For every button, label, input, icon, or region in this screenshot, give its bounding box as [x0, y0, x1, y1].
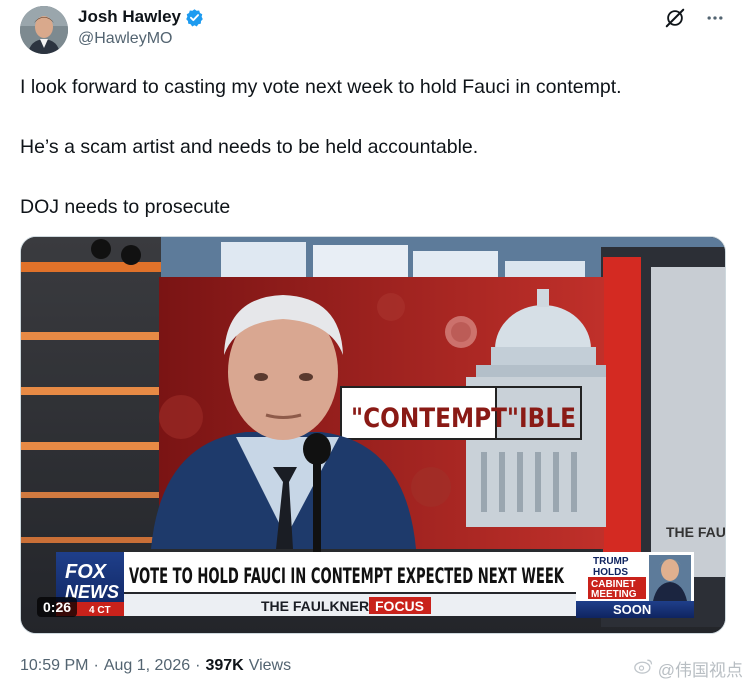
- tweet-date[interactable]: Aug 1, 2026: [104, 657, 190, 675]
- tweet-paragraph: He’s a scam artist and needs to be held …: [20, 136, 479, 158]
- grok-icon[interactable]: [663, 6, 687, 30]
- video-duration: 0:26: [37, 597, 78, 617]
- tweet-time[interactable]: 10:59 PM: [20, 657, 88, 675]
- display-name[interactable]: Josh Hawley: [78, 7, 181, 27]
- promo-line-4: MEETING: [591, 589, 637, 600]
- show-name-suffix: FOCUS: [375, 598, 424, 614]
- network-logo-fox: FOX: [65, 561, 108, 583]
- tweet-meta: 10:59 PM · Aug 1, 2026 · 397K Views: [20, 657, 291, 675]
- meta-separator: ·: [195, 657, 201, 674]
- author-handle[interactable]: @HawleyMO: [78, 30, 204, 48]
- show-name-prefix: THE FAULKNER: [261, 598, 369, 614]
- more-icon[interactable]: [703, 6, 727, 30]
- promo-soon: SOON: [613, 602, 651, 617]
- header-actions: [663, 6, 727, 30]
- watermark-text: @伟国视点: [657, 661, 743, 680]
- verified-badge-icon: [185, 8, 204, 27]
- avatar[interactable]: [20, 6, 68, 54]
- promo-line-1: TRUMP: [593, 556, 629, 567]
- weibo-icon: [633, 657, 654, 680]
- video-player[interactable]: THE FAULK US "CONTEMPT"IBLE: [20, 236, 726, 634]
- views-label: Views: [248, 657, 292, 674]
- contemptible-graphic-text: "CONTEMPT"IBLE: [351, 403, 576, 434]
- promo-line-2: HOLDS: [593, 567, 628, 578]
- tweet-paragraph: I look forward to casting my vote next w…: [20, 76, 622, 98]
- views-count: 397K: [205, 657, 244, 674]
- author-block: Josh Hawley @HawleyMO: [78, 7, 204, 48]
- meta-separator: ·: [93, 657, 99, 674]
- watermark: @伟国视点: [633, 656, 743, 681]
- wall-text: THE FAULK: [666, 524, 726, 540]
- tweet-header: Josh Hawley @HawleyMO: [20, 6, 735, 56]
- clock-text: 4 CT: [89, 605, 111, 616]
- video-frame: THE FAULK US "CONTEMPT"IBLE: [21, 237, 726, 633]
- tweet-text: I look forward to casting my vote next w…: [20, 72, 732, 252]
- tweet-paragraph: DOJ needs to prosecute: [20, 196, 231, 218]
- chyron-headline: VOTE TO HOLD FAUCI IN CONTEMPT EXPECTED …: [129, 564, 564, 588]
